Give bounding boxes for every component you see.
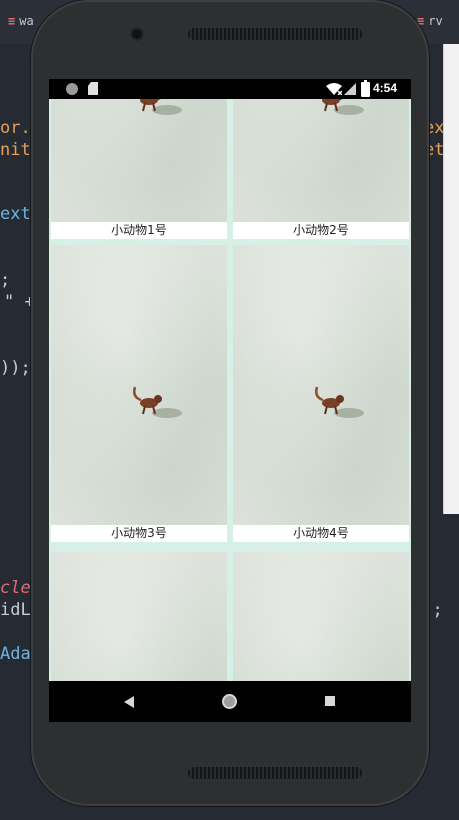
grid-item-label: 小动物4号 [233,525,409,542]
battery-icon [361,80,370,97]
code-fragment: ; [0,270,11,290]
grid-item-1[interactable]: 小动物1号 [49,99,227,239]
sd-card-icon [88,82,98,95]
cell-signal-icon [344,83,356,95]
status-time: 4:54 [373,81,398,95]
grid-item-3[interactable]: 小动物3号 [49,245,227,542]
grid-item-label: 小动物3号 [51,525,227,542]
ide-tab-label: wa [19,14,34,28]
animal-photo [233,552,409,681]
code-fragment: or. [0,118,31,138]
grid-item-6[interactable] [231,552,409,681]
recycler-view[interactable]: 小动物1号 小动物2号 小动物3号 小动物4号 [49,99,411,681]
grid-item-4[interactable]: 小动物4号 [231,245,409,542]
back-icon[interactable] [124,696,134,708]
ide-tab-right[interactable]: ≡ rv [417,14,443,28]
speaker-grille-bottom [188,767,362,779]
animal-photo [233,245,409,525]
wifi-icon [326,83,342,95]
file-icon: ≡ [8,14,16,28]
code-fragment: cle [0,578,31,598]
animal-photo [51,552,227,681]
code-fragment: )); [0,358,31,378]
ide-tab-left[interactable]: ≡ wa [8,14,34,28]
animal-photo [51,99,227,222]
notification-circle-icon [66,83,78,95]
emulator-screen[interactable]: 4:54 小动物1号 小动物2号 小动物3号 小动物4号 [49,79,411,722]
animal-photo [51,245,227,525]
cat-image-icon [315,386,364,418]
animal-photo [233,99,409,222]
code-fragment: ext [0,204,31,224]
ide-side-panel [443,44,459,514]
cat-image-icon [140,99,182,115]
speaker-grille-top [188,28,362,40]
navigation-bar [49,681,411,722]
grid-item-2[interactable]: 小动物2号 [231,99,409,239]
cat-image-icon [322,99,364,115]
cat-image-icon [133,386,182,418]
grid-item-5[interactable] [49,552,227,681]
grid-item-label: 小动物2号 [233,222,409,239]
grid-item-label: 小动物1号 [51,222,227,239]
ide-tab-label: rv [428,14,443,28]
recent-apps-icon[interactable] [325,696,335,706]
status-bar: 4:54 [49,79,411,99]
front-camera [132,29,142,39]
home-icon[interactable] [222,694,237,709]
